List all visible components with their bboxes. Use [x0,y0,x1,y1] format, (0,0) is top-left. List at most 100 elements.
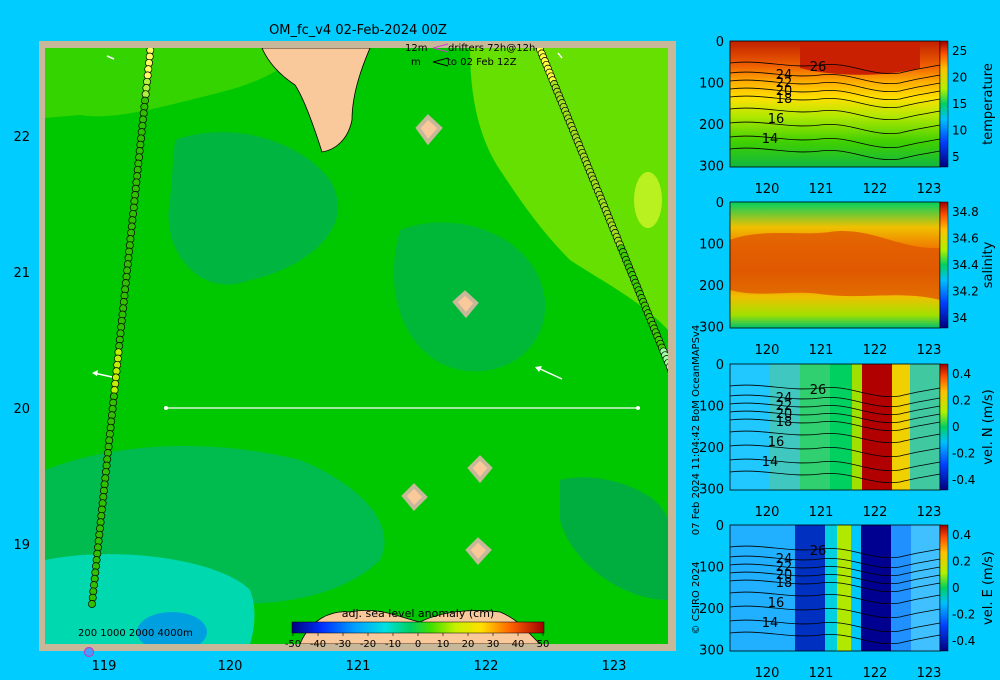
isotherm-label: 18 [776,92,793,107]
velocity-band [830,364,852,490]
velocity-band [851,525,861,651]
section-lon-tick: 120 [755,182,780,197]
section-title: temperature [981,63,996,145]
isotherm-label: 16 [768,596,785,611]
isotherm-label: 26 [810,544,827,559]
colorbar-tick-label: -10 [385,639,401,650]
warm-eddy [634,172,662,228]
lat-tick-label: 20 [13,402,30,417]
section-end [636,406,640,410]
isotherm-label: 18 [776,415,793,430]
isotherm-label: 26 [810,60,827,75]
section-depth-tick: 0 [716,358,724,373]
section-lon-tick: 121 [809,182,834,197]
velocity-band [825,525,837,651]
section-depth-tick: 100 [699,77,724,92]
section-colorbar-tick: 15 [952,97,967,111]
colorbar-tick-label: -30 [335,639,351,650]
colorbar-ramp [291,621,545,634]
colorbar-tick-label: 30 [487,639,500,650]
copyright: © CSIRO 2024 [691,562,702,635]
isotherm-label: 16 [768,435,785,450]
lat-tick-label: 21 [13,266,30,281]
section-depth-tick: 300 [699,160,724,175]
section-title: salinity [981,241,996,288]
section-colorbar-tick: 0.4 [952,528,971,542]
section-depth-tick: 0 [716,35,724,50]
section-colorbar-tick: 34.6 [952,232,979,246]
section-colorbar-tick: -0.2 [952,447,975,461]
section-lon-tick: 121 [809,343,834,358]
colorbar-tick-label: 20 [462,639,475,650]
section-depth-tick: 300 [699,483,724,498]
colorbar-tick-label: -40 [310,639,326,650]
lat-axis: 22 21 20 19 [13,130,30,553]
isotherm-label: 14 [762,455,779,470]
lat-tick-label: 19 [13,538,30,553]
velocity-band [892,364,910,490]
section-depth-tick: 200 [699,441,724,456]
section-depth-tick: 100 [699,400,724,415]
section-lon-tick: 121 [809,505,834,520]
section-depth-tick: 200 [699,602,724,617]
section-lon-tick: 122 [863,343,888,358]
section-colorbar-tick: 34.4 [952,258,979,272]
section-colorbar-tick: 34 [952,311,967,325]
section-depth-tick: 300 [699,321,724,336]
section-lon-tick: 120 [755,666,780,680]
section-lon-tick: 123 [917,505,942,520]
section-title: vel. N (m/s) [981,389,996,464]
section-colorbar-tick: 34.2 [952,285,979,299]
legend-12m: 12m [405,43,427,54]
legend-drifters: drifters 72h@12h [448,43,535,54]
drifter-end-marker [83,646,95,658]
lat-tick-label: 22 [13,130,30,145]
colorbar-tick-label: 0 [415,639,421,650]
velocity-band [862,364,892,490]
colorbar-tick-label: -50 [285,639,301,650]
section-colorbar [939,363,949,491]
lon-tick-label: 121 [346,659,371,674]
section-colorbar-tick: 25 [952,44,967,58]
section-lon-tick: 123 [917,182,942,197]
section-colorbar-tick: 5 [952,150,960,164]
colorbar-tick-label: -20 [360,639,376,650]
isotherm-label: 26 [810,383,827,398]
section-depth-tick: 200 [699,118,724,133]
section-depth-tick: 300 [699,644,724,659]
section-colorbar-tick: -0.2 [952,608,975,622]
isotherm-label: 16 [768,112,785,127]
sea-level-map: OM_fc_v4 02-Feb-2024 00Z 12m drifters 72… [13,23,676,674]
timestamp-credit: 07 Feb 2024 11:04:42 BoM OceanMAPSv4 [691,325,702,535]
section-colorbar-tick: 0.2 [952,555,971,569]
isotherm-label: 14 [762,132,779,147]
section-depth-tick: 0 [716,196,724,211]
lon-tick-label: 119 [92,659,117,674]
legend-m: m [411,57,421,68]
section-lon-tick: 120 [755,505,780,520]
section-colorbar-tick: -0.4 [952,634,975,648]
lon-tick-label: 122 [474,659,499,674]
map-title: OM_fc_v4 02-Feb-2024 00Z [269,23,447,38]
section-colorbar-tick: 0.4 [952,367,971,381]
section-colorbar [939,40,949,168]
section-end [164,406,168,410]
section-lon-tick: 123 [917,666,942,680]
section-lon-tick: 123 [917,343,942,358]
section-colorbar-tick: 20 [952,71,967,85]
isotherm-label: 18 [776,576,793,591]
lon-tick-label: 123 [602,659,627,674]
section-depth-tick: 100 [699,238,724,253]
velocity-band [891,525,911,651]
section-lon-tick: 122 [863,505,888,520]
colorbar-tick-label: 10 [437,639,450,650]
section-colorbar-tick: 34.8 [952,205,979,219]
section-depth-tick: 100 [699,561,724,576]
section-depth-tick: 0 [716,519,724,534]
section-lon-tick: 122 [863,666,888,680]
lon-axis: 119 120 121 122 123 [92,659,627,674]
section-colorbar [939,201,949,329]
section-title: vel. E (m/s) [981,551,996,625]
section-colorbar-tick: -0.4 [952,473,975,487]
section-colorbar-tick: 10 [952,124,967,138]
